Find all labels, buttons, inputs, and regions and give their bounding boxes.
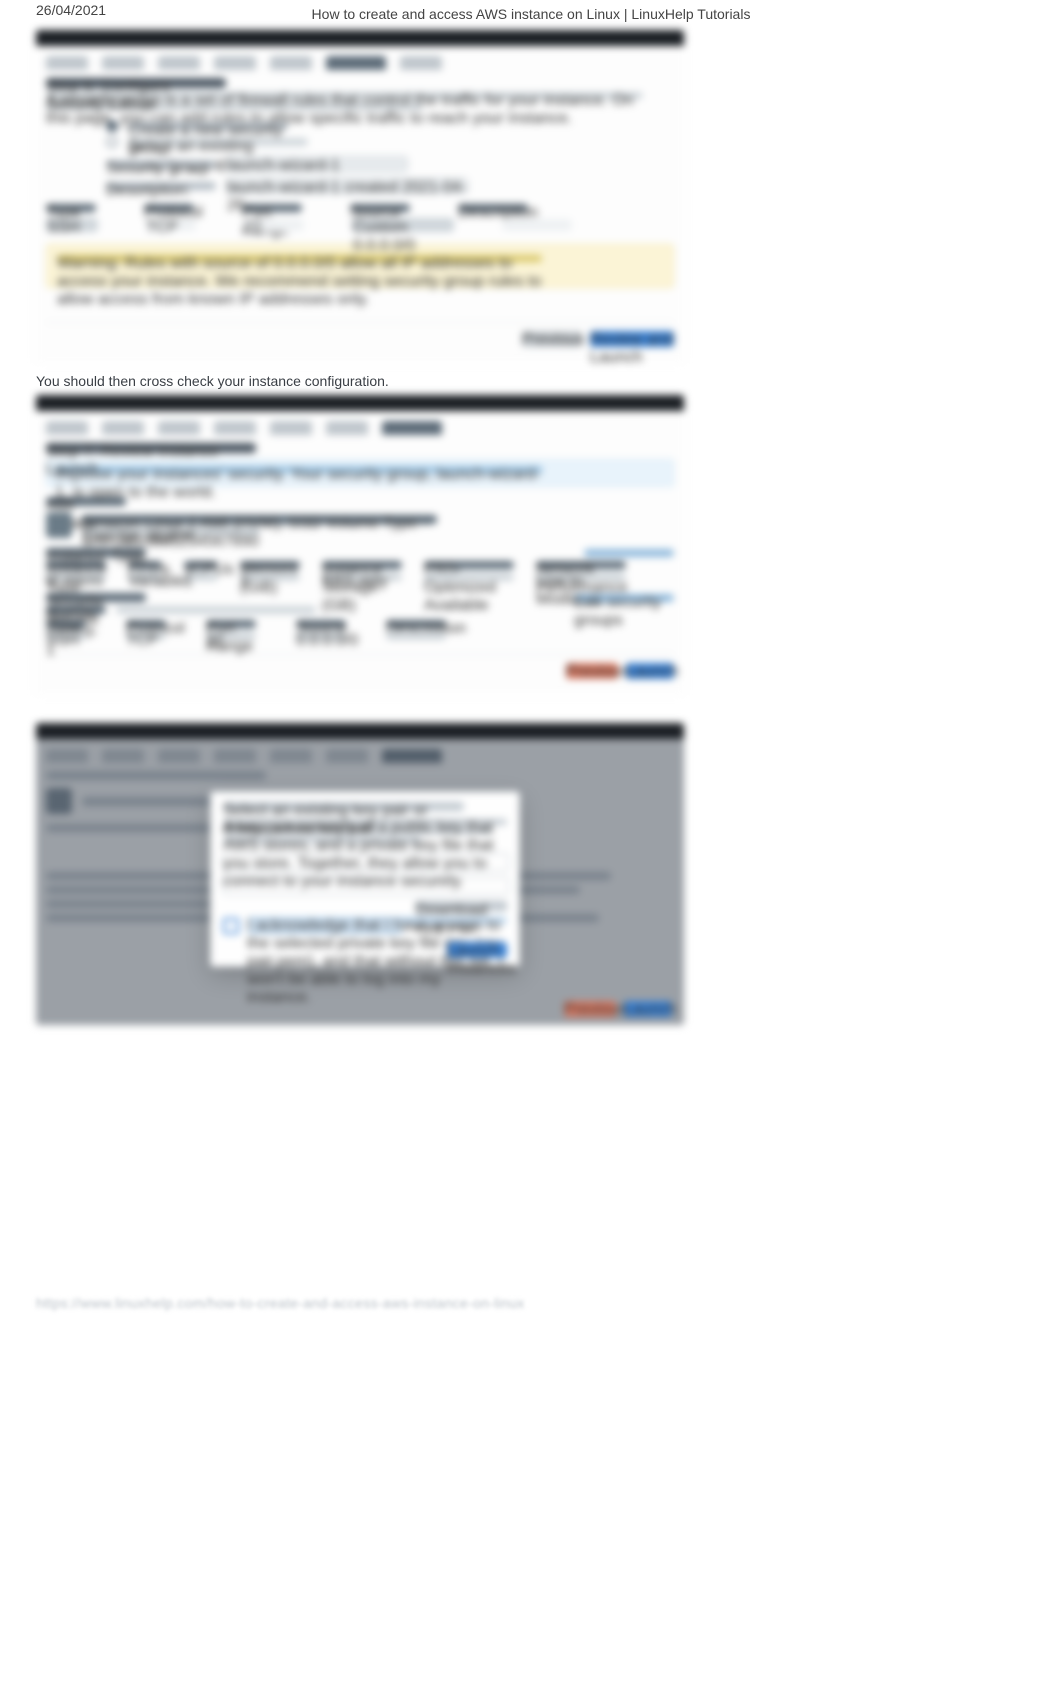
sg-table-header: Type Protocol Port Range Source Descript…	[46, 204, 674, 212]
info-banner: Improve your instances' security. Your s…	[46, 459, 674, 487]
type-table-row: t2.micro Variable 1 1 EBS only - Low to …	[46, 573, 674, 581]
screenshot-configure-security-group: Step 6: Configure Security Group A secur…	[36, 30, 684, 363]
caption-cross-check: You should then cross check your instanc…	[36, 373, 684, 389]
blurred-caption	[36, 705, 684, 717]
section-security-groups: Security Groups	[46, 593, 146, 602]
source-url: https://www.linuxhelp.com/how-to-create-…	[36, 1295, 1026, 1311]
launch-button[interactable]: Launch	[626, 663, 674, 679]
radio-existing-sg[interactable]	[106, 136, 118, 148]
aws-topbar	[36, 723, 684, 739]
acknowledge-text: I acknowledge that I have access to the …	[247, 917, 507, 924]
step-title: Step 6: Configure Security Group	[46, 78, 226, 88]
doc-date: 26/04/2021	[36, 2, 106, 18]
wizard-tabs	[46, 421, 674, 435]
sg-table-row: SSH TCP 22 0.0.0.0/0	[46, 632, 674, 640]
launch-button[interactable]: Launch	[624, 1001, 672, 1017]
type-table-header: Instance Type ECUs vCPUs Memory (GiB) In…	[46, 561, 674, 569]
tab-review[interactable]	[382, 421, 442, 435]
previous-button[interactable]: Previous	[564, 1001, 616, 1017]
edit-security-groups-link[interactable]: Edit security groups	[574, 594, 674, 602]
rule-source-select[interactable]: Custom 0.0.0.0/0	[352, 218, 454, 232]
sg-desc-input[interactable]: launch-wizard-1 created 2021-04-26	[226, 178, 468, 194]
ami-name: Amazon Linux 2 AMI (HVM), SSD Volume Typ…	[82, 515, 437, 524]
edit-instance-type-link[interactable]	[584, 549, 674, 557]
step-description: A security group is a set of firewall ru…	[46, 92, 643, 99]
previous-button[interactable]: Previous	[522, 331, 582, 347]
rule-type-select[interactable]: SSH	[46, 218, 98, 232]
key-pair-modal: Select an existing key pair or create a …	[210, 791, 520, 967]
sg-name-label: Security group name:	[106, 160, 216, 168]
screenshot-review-instance-launch: Step 7: Review Instance Launch Improve y…	[36, 395, 684, 695]
aws-topbar	[36, 395, 684, 411]
download-key-pair-button[interactable]: Download Key Pair	[415, 901, 507, 911]
screenshot-key-pair-modal: Select an existing key pair or create a …	[36, 723, 684, 1025]
doc-title: How to create and access AWS instance on…	[0, 6, 1062, 22]
section-instance-type: Instance Type	[46, 548, 146, 557]
radio-new-label: Create a new security group	[128, 122, 288, 130]
aws-topbar	[36, 30, 684, 46]
launch-instances-button[interactable]: Launch Instances	[447, 942, 507, 958]
wizard-tabs	[46, 56, 674, 70]
modal-title: Select an existing key pair or create a …	[223, 802, 464, 811]
sg-name: launch-wizard-1	[46, 606, 106, 614]
step-title: Step 7: Review Instance Launch	[46, 443, 256, 453]
sg-desc-label: Description:	[106, 182, 216, 190]
sg-table-row: SSH TCP 22 Custom 0.0.0.0/0	[46, 218, 674, 232]
ami-icon	[46, 512, 72, 538]
acknowledge-checkbox[interactable]	[223, 918, 239, 934]
tab-configure-sg[interactable]	[326, 56, 386, 70]
sg-name-input[interactable]: launch-wizard-1	[226, 156, 408, 172]
modal-text: A key pair consists of a public key that…	[223, 819, 507, 825]
previous-button[interactable]: Previous	[566, 663, 618, 679]
radio-new-sg[interactable]	[106, 120, 118, 132]
review-and-launch-button[interactable]: Review and Launch	[590, 331, 674, 347]
radio-existing-label: Select an existing security group	[128, 138, 308, 146]
